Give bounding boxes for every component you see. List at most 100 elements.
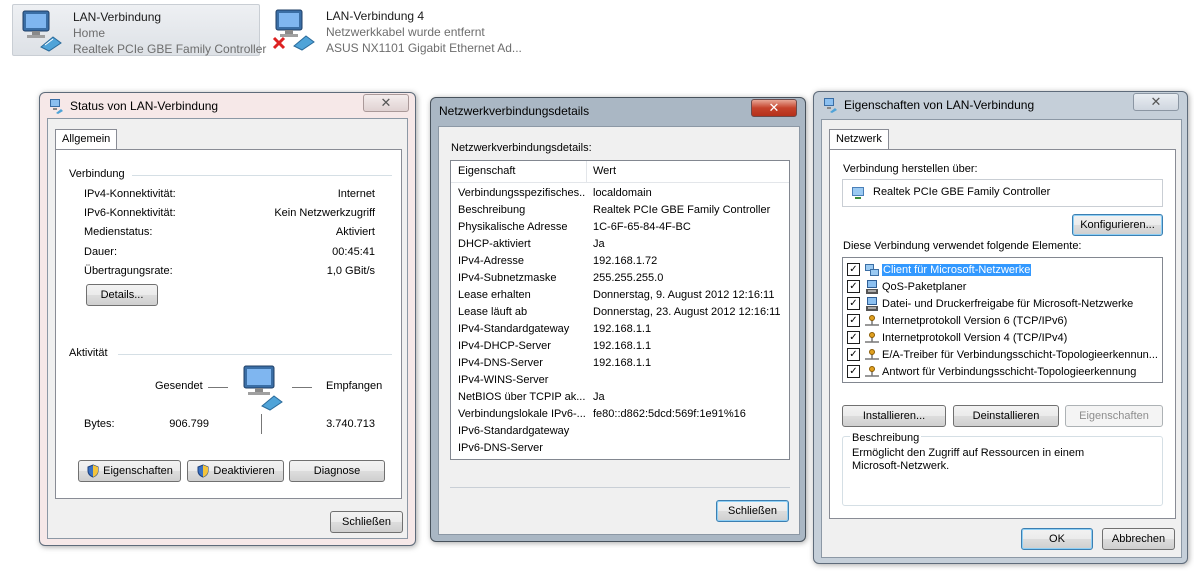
close-button[interactable]: ✕ — [363, 94, 409, 112]
sent-line — [208, 387, 228, 388]
network-card-icon — [850, 185, 866, 204]
disable-button[interactable]: Deaktivieren — [187, 460, 284, 482]
bytes-divider — [261, 414, 262, 434]
property-cell: IPv4-Standardgateway — [458, 323, 570, 335]
status-close-button[interactable]: Schließen — [330, 511, 403, 533]
adapter-tile-lan-4[interactable]: LAN-Verbindung 4 Netzwerkkabel wurde ent… — [266, 4, 526, 56]
close-button[interactable]: ✕ — [751, 99, 797, 117]
component-item[interactable]: ✓ Datei- und Druckerfreigabe für Microsof… — [847, 295, 1158, 312]
details-row[interactable]: Lease läuft ab Donnerstag, 23. August 201… — [451, 304, 789, 321]
protocol-icon — [864, 330, 880, 346]
component-item[interactable]: ✓ QoS-Paketplaner — [847, 278, 1158, 295]
tab-netzwerk[interactable]: Netzwerk — [829, 129, 889, 150]
components-list[interactable]: ✓ Client für Microsoft-Netzwerke ✓ QoS-Pake… — [842, 257, 1163, 383]
component-item[interactable]: ✓ Antwort für Verbindungsschicht-Topologi… — [847, 363, 1158, 380]
property-cell: Verbindungsspezifisches... — [458, 187, 586, 199]
details-row[interactable]: IPv4-DNS-Server 192.168.1.1 — [451, 355, 789, 372]
details-row[interactable]: Physikalische Adresse 1C-6F-65-84-4F-BC — [451, 219, 789, 236]
details-row[interactable]: Verbindungslokale IPv6-... fe80::d862:5dc… — [451, 406, 789, 423]
computer-network-icon — [240, 364, 286, 412]
column-header-value[interactable]: Wert — [593, 165, 616, 177]
details-row[interactable]: DHCP-aktiviert Ja — [451, 236, 789, 253]
details-close-button[interactable]: Schließen — [716, 500, 789, 522]
speed-value: 1,0 GBit/s — [326, 265, 375, 277]
value-cell: fe80::d862:5dcd:569f:1e91%16 — [593, 408, 746, 420]
component-item[interactable]: ✓ Client für Microsoft-Netzwerke — [847, 261, 1158, 278]
component-label: E/A-Treiber für Verbindungsschicht-Topol… — [882, 348, 1158, 361]
adapter-tile-lan[interactable]: LAN-Verbindung Home Realtek PCIe GBE Fam… — [12, 4, 266, 56]
column-header-property[interactable]: Eigenschaft — [458, 165, 515, 177]
properties-button-label: Eigenschaften — [103, 465, 173, 477]
details-row[interactable]: Beschreibung Realtek PCIe GBE Family Cont… — [451, 202, 789, 219]
property-cell: IPv4-DNS-Server — [458, 357, 543, 369]
details-row[interactable]: IPv4-WINS-Server — [451, 372, 789, 389]
network-service-icon — [864, 279, 880, 295]
media-status-label: Medienstatus: — [84, 226, 153, 238]
component-item[interactable]: ✓ Internetprotokoll Version 4 (TCP/IPv4) — [847, 329, 1158, 346]
component-label: Internetprotokoll Version 4 (TCP/IPv4) — [882, 331, 1068, 344]
details-row[interactable]: Lease erhalten Donnerstag, 9. August 2012… — [451, 287, 789, 304]
component-label: Datei- und Druckerfreigabe für Microsoft… — [882, 297, 1134, 310]
close-button[interactable]: ✕ — [1133, 93, 1179, 111]
details-row[interactable]: IPv4-DHCP-Server 192.168.1.1 — [451, 338, 789, 355]
status-client-area: Allgemein Verbindung IPv4-Konnektivität:… — [47, 118, 408, 539]
ok-button[interactable]: OK — [1021, 528, 1093, 550]
network-adapter-disconnected-icon — [272, 8, 318, 52]
component-item[interactable]: ✓ E/A-Treiber für Verbindungsschicht-Topo… — [847, 346, 1158, 363]
details-row[interactable]: Verbindungsspezifisches... localdomain — [451, 185, 789, 202]
configure-button[interactable]: Konfigurieren... — [1072, 214, 1163, 236]
component-item[interactable]: ✓ Internetprotokoll Version 6 (TCP/IPv6) — [847, 312, 1158, 329]
details-row[interactable]: IPv4-Adresse 192.168.1.72 — [451, 253, 789, 270]
value-cell: Ja — [593, 238, 605, 250]
component-checkbox[interactable]: ✓ — [847, 331, 860, 344]
details-client-area: Netzwerkverbindungsdetails: Eigenschaft … — [438, 126, 800, 535]
property-cell: IPv4-Subnetzmaske — [458, 272, 557, 284]
component-checkbox[interactable]: ✓ — [847, 280, 860, 293]
tab-allgemein[interactable]: Allgemein — [55, 129, 118, 150]
item-properties-button[interactable]: Eigenschaften — [1065, 405, 1163, 427]
bytes-label: Bytes: — [84, 418, 115, 430]
adapter-status: Home — [73, 26, 106, 40]
ipv6-connectivity-value: Kein Netzwerkzugriff — [274, 207, 375, 219]
properties-button[interactable]: Eigenschaften — [78, 460, 181, 482]
component-label: Client für Microsoft-Netzwerke — [882, 263, 1032, 276]
component-checkbox[interactable]: ✓ — [847, 297, 860, 310]
adapter-name: LAN-Verbindung — [73, 10, 162, 24]
properties-titlebar: Eigenschaften von LAN-Verbindung — [814, 92, 1187, 118]
details-row[interactable]: IPv4-Standardgateway 192.168.1.1 — [451, 321, 789, 338]
component-checkbox[interactable]: ✓ — [847, 263, 860, 276]
properties-window: Eigenschaften von LAN-Verbindung ✕ Netzw… — [813, 91, 1188, 564]
details-row[interactable]: IPv4-Subnetzmaske 255.255.255.0 — [451, 270, 789, 287]
component-checkbox[interactable]: ✓ — [847, 365, 860, 378]
details-row[interactable]: NetBIOS über TCPIP ak... Ja — [451, 389, 789, 406]
window-title: Eigenschaften von LAN-Verbindung — [844, 98, 1035, 112]
cancel-button[interactable]: Abbrechen — [1102, 528, 1175, 550]
property-cell: IPv4-DHCP-Server — [458, 340, 551, 352]
activity-group-label: Aktivität — [69, 347, 108, 359]
tab-panel: Verbindung herstellen über: Realtek PCIe… — [829, 149, 1176, 519]
details-list[interactable]: Eigenschaft Wert Verbindungsspezifisches… — [450, 160, 790, 460]
value-cell: 192.168.1.1 — [593, 340, 652, 352]
uac-shield-icon — [86, 464, 100, 478]
diagnose-button[interactable]: Diagnose — [289, 460, 385, 482]
list-header: Eigenschaft Wert — [451, 161, 789, 183]
description-text: Ermöglicht den Zugriff auf Ressourcen in… — [852, 447, 1085, 472]
property-cell: IPv4-WINS-Server — [458, 374, 549, 386]
property-cell: Physikalische Adresse — [458, 221, 568, 233]
ipv6-connectivity-label: IPv6-Konnektivität: — [84, 207, 176, 219]
network-service-icon — [864, 296, 880, 312]
uac-shield-icon — [196, 464, 210, 478]
install-button[interactable]: Installieren... — [842, 405, 946, 427]
adapter-box: Realtek PCIe GBE Family Controller — [842, 179, 1163, 207]
details-window: Netzwerkverbindungsdetails ✕ Netzwerkver… — [430, 97, 806, 542]
component-checkbox[interactable]: ✓ — [847, 348, 860, 361]
value-cell: localdomain — [593, 187, 652, 199]
received-line — [292, 387, 312, 388]
component-checkbox[interactable]: ✓ — [847, 314, 860, 327]
details-row[interactable]: IPv6-Standardgateway — [451, 423, 789, 440]
uninstall-button[interactable]: Deinstallieren — [953, 405, 1059, 427]
network-icon — [48, 98, 64, 114]
details-button[interactable]: Details... — [86, 284, 158, 306]
value-cell: 1C-6F-65-84-4F-BC — [593, 221, 691, 233]
details-row[interactable]: IPv6-DNS-Server — [451, 440, 789, 457]
